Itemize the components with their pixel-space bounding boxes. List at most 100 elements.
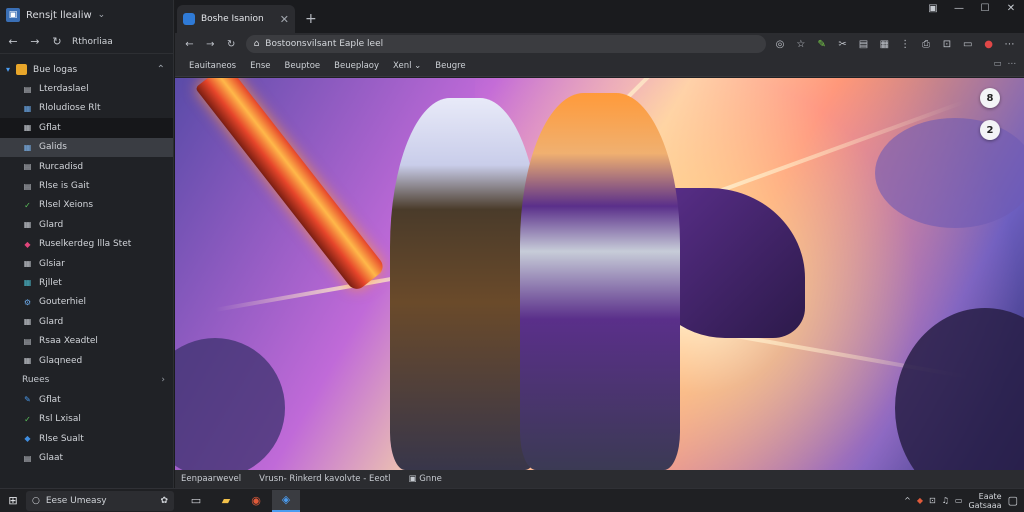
- address-bar[interactable]: ⌂ Bostoonsvilsant Eaple leel: [245, 35, 766, 53]
- tree-item[interactable]: ▦ Glard: [0, 312, 173, 331]
- tree-section-header[interactable]: Ruees ›: [0, 370, 173, 390]
- print-icon[interactable]: ⎙: [920, 39, 933, 50]
- collections-icon[interactable]: ▦: [878, 39, 891, 50]
- tree-item-label: Gouterhiel: [39, 297, 87, 308]
- tree-item[interactable]: ▦ Rjllet: [0, 273, 173, 292]
- tree-item-label: Glard: [39, 316, 64, 327]
- desktop: ▣ Rensjt llealiw ⌄ ← → ↻ Rthorliaa ▾ Bue…: [0, 0, 1024, 512]
- tree-item[interactable]: ▦ Glard: [0, 215, 173, 234]
- widgets-icon[interactable]: ✿: [160, 496, 168, 506]
- tab-title: Boshe Isanion: [201, 14, 264, 24]
- profile-icon[interactable]: ●: [982, 39, 995, 50]
- chevron-right-icon[interactable]: ›: [161, 375, 165, 385]
- viewport-button-2[interactable]: 2: [980, 120, 1000, 140]
- maximize-icon[interactable]: ☐: [972, 0, 998, 18]
- more-icon[interactable]: ⋯: [1003, 39, 1016, 50]
- grid-icon[interactable]: ⋮: [899, 39, 912, 50]
- close-window-icon[interactable]: ✕: [998, 0, 1024, 18]
- notification-icon[interactable]: ▢: [1008, 494, 1018, 507]
- tree-item[interactable]: ▤ Rlse is Gait: [0, 176, 173, 195]
- file-icon: ▤: [23, 181, 32, 191]
- tree-item-label: Rlse is Gait: [39, 181, 90, 192]
- browser-app-icon[interactable]: ◈: [272, 489, 300, 512]
- tree-item[interactable]: ✓ Rlsel Xeions: [0, 196, 173, 215]
- refresh-icon[interactable]: ↻: [225, 39, 238, 50]
- url-text[interactable]: Bostoonsvilsant Eaple leel: [265, 39, 383, 49]
- tree-item[interactable]: ▦ Galids: [0, 137, 173, 157]
- screenshot-icon[interactable]: ⊡: [940, 39, 953, 50]
- back-icon[interactable]: ←: [6, 35, 20, 48]
- explorer-nav: ← → ↻ Rthorliaa: [0, 30, 173, 54]
- tree-item[interactable]: ▦ Glaqneed: [0, 351, 173, 370]
- tab-favicon-icon: [183, 13, 195, 25]
- tools-icon[interactable]: ✂: [836, 39, 849, 50]
- translate-icon[interactable]: ◎: [774, 39, 787, 50]
- sidebar-toggle-icon[interactable]: ▭: [961, 39, 974, 50]
- taskbar-search[interactable]: ○ Eese Umeasy ✿: [26, 490, 174, 511]
- refresh-icon[interactable]: ↻: [50, 35, 64, 48]
- taskbar-search-text: Eese Umeasy: [45, 495, 107, 506]
- section-item[interactable]: ◆ Rlse Sualt: [0, 429, 173, 448]
- minimize-icon[interactable]: —: [946, 0, 972, 18]
- new-tab-button[interactable]: +: [305, 11, 317, 27]
- window-controls: ▣ — ☐ ✕: [920, 0, 1024, 18]
- restore-icon[interactable]: ▣: [920, 0, 946, 18]
- network-icon[interactable]: ⊡: [929, 496, 936, 505]
- bookmark-5[interactable]: Xenl ⌄: [393, 61, 421, 71]
- tree-section-label: Ruees: [22, 375, 50, 386]
- toggle-icon[interactable]: ▭: [993, 59, 1001, 69]
- chevron-down-icon[interactable]: ⌄: [98, 10, 106, 20]
- clipboard-icon[interactable]: ▤: [857, 39, 870, 50]
- forward-icon[interactable]: →: [28, 35, 42, 48]
- chevron-down-icon[interactable]: ▾: [6, 65, 10, 74]
- forward-icon[interactable]: →: [204, 39, 217, 50]
- tray-app-icon[interactable]: ◆: [917, 496, 923, 505]
- star-icon[interactable]: ☆: [794, 39, 807, 50]
- battery-icon[interactable]: ▭: [955, 496, 963, 505]
- tree-item[interactable]: ▦ Glsiar: [0, 254, 173, 273]
- bookmark-4[interactable]: Beueplaoy: [334, 61, 379, 71]
- volume-icon[interactable]: ♫: [942, 496, 949, 505]
- tree-item[interactable]: ▤ Rsaa Xeadtel: [0, 331, 173, 350]
- tree-item[interactable]: ▤ Rurcadisd: [0, 157, 173, 176]
- start-button[interactable]: ⊞: [0, 494, 26, 507]
- chevron-up-icon[interactable]: ^: [904, 496, 911, 505]
- section-item[interactable]: ✎ Gflat: [0, 390, 173, 409]
- file-explorer-icon[interactable]: ▰: [212, 490, 240, 512]
- browser-tab[interactable]: Boshe Isanion ✕: [177, 5, 295, 33]
- app-icon: ◆: [24, 239, 31, 249]
- tree-item-label: Glaqneed: [39, 355, 83, 366]
- taskbar: ⊞ ○ Eese Umeasy ✿ ▭ ▰ ◉ ◈ ^ ◆ ⊡ ♫ ▭ Eaat…: [0, 488, 1024, 512]
- task-view-icon[interactable]: ▭: [182, 490, 210, 512]
- bookmark-2[interactable]: Ense: [250, 61, 270, 71]
- clock[interactable]: Eaate Gatsaaa: [968, 492, 1001, 510]
- status-bar: Eenpaarwevel Vrusn- Rinkerd kavolvte - E…: [175, 470, 1024, 488]
- chevron-up-icon[interactable]: ⌃: [157, 64, 165, 75]
- grid-icon: ▦: [23, 278, 32, 288]
- hero-orange-hair: [520, 93, 680, 470]
- tree-item[interactable]: ◆ Ruselkerdeg llla Stet: [0, 235, 173, 254]
- bookmark-1[interactable]: Eauitaneos: [189, 61, 236, 71]
- tree-item-label: Glard: [39, 219, 64, 230]
- tree-item[interactable]: ▦ Gflat: [0, 118, 173, 138]
- chrome-icon[interactable]: ◉: [242, 490, 270, 512]
- explorer-path[interactable]: Rthorliaa: [72, 37, 113, 47]
- bookmark-3[interactable]: Beuptoe: [285, 61, 321, 71]
- more-icon[interactable]: ⋯: [1008, 59, 1017, 69]
- app-icon: ◆: [24, 434, 31, 444]
- grid-icon: ▦: [23, 317, 32, 327]
- tree-item[interactable]: ⚙ Gouterhiel: [0, 293, 173, 312]
- tree-item-label: Lterdaslael: [39, 84, 89, 95]
- extension-icon[interactable]: ✎: [815, 39, 828, 50]
- tree-item[interactable]: ▤ Lterdaslael: [0, 79, 173, 98]
- section-item[interactable]: ✓ Rsl Lxisal: [0, 410, 173, 429]
- close-icon[interactable]: ✕: [280, 13, 289, 26]
- site-info-icon[interactable]: ⌂: [254, 39, 260, 49]
- bookmark-6[interactable]: Beugre: [435, 61, 465, 71]
- hero-silver-hair: [390, 98, 540, 470]
- section-item[interactable]: ▤ Glaat: [0, 448, 173, 467]
- tree-root-item[interactable]: ▾ Bue logas ⌃: [0, 60, 173, 79]
- viewport-button-1[interactable]: 8: [980, 88, 1000, 108]
- back-icon[interactable]: ←: [183, 39, 196, 50]
- tree-item[interactable]: ▦ Rloludiose Rlt: [0, 99, 173, 118]
